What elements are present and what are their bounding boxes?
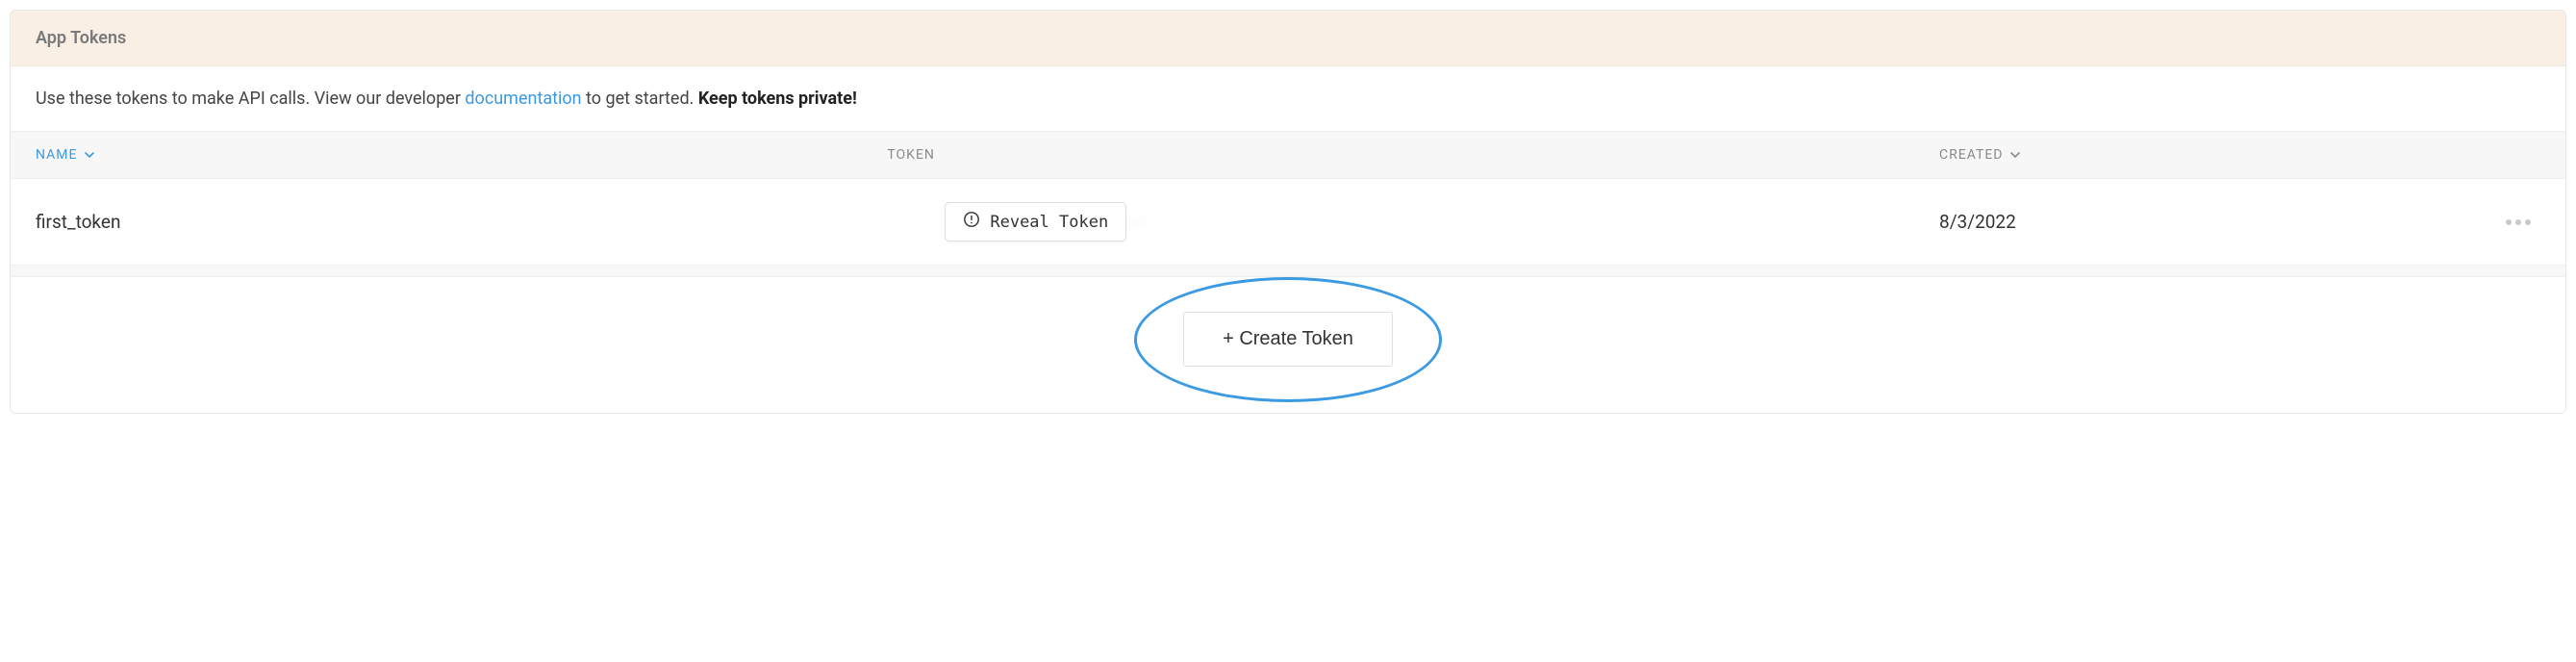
column-header-created[interactable]: CREATED	[1939, 147, 2390, 163]
documentation-link[interactable]: documentation	[465, 89, 581, 109]
dot-icon	[2525, 219, 2531, 225]
subtext-strong: Keep tokens private!	[698, 89, 857, 109]
create-token-button[interactable]: + Create Token	[1183, 312, 1393, 367]
app-tokens-card: App Tokens Use these tokens to make API …	[10, 10, 2566, 414]
card-title: App Tokens	[36, 28, 126, 48]
subtext-post: to get started.	[582, 89, 698, 109]
token-name-cell: first_token	[36, 211, 887, 233]
dot-icon	[2506, 219, 2512, 225]
reveal-token-button[interactable]: Reveal Token	[945, 202, 1126, 242]
column-header-created-label: CREATED	[1939, 147, 2003, 163]
chevron-down-icon	[2010, 150, 2020, 160]
spacer-row	[11, 266, 2565, 277]
column-header-token-label: TOKEN	[887, 147, 935, 163]
column-header-token: TOKEN	[887, 147, 1939, 163]
table-row: first_token Reveal Token 8/3/2022	[11, 179, 2565, 266]
subtext-pre: Use these tokens to make API calls. View…	[36, 89, 465, 109]
card-header: App Tokens	[11, 11, 2565, 66]
column-header-name-label: NAME	[36, 147, 77, 163]
more-actions-button[interactable]	[2500, 214, 2537, 231]
table-header: NAME TOKEN CREATED	[11, 132, 2565, 179]
card-subtext: Use these tokens to make API calls. View…	[11, 66, 2565, 132]
column-header-name[interactable]: NAME	[36, 147, 887, 163]
alert-circle-icon	[963, 211, 980, 233]
chevron-down-icon	[85, 150, 94, 160]
token-created-cell: 8/3/2022	[1939, 211, 2390, 233]
token-actions-cell	[2390, 214, 2540, 231]
dot-icon	[2515, 219, 2521, 225]
reveal-token-label: Reveal Token	[990, 213, 1108, 232]
card-footer: + Create Token	[11, 277, 2565, 413]
token-value-cell: Reveal Token	[887, 202, 1939, 242]
